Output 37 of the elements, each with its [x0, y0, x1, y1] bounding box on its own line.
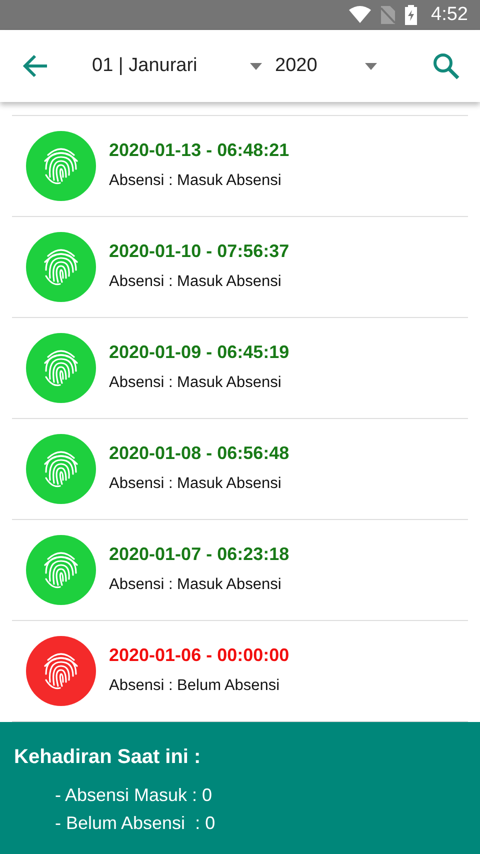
summary-line: - Absensi Masuk : 0: [55, 784, 214, 807]
dropdown-caret-icon: [250, 62, 262, 70]
fingerprint-icon: [26, 636, 96, 706]
fingerprint-icon: [26, 333, 96, 403]
entry-status: Absensi : Masuk Absensi: [109, 273, 282, 291]
entry-status: Absensi : Masuk Absensi: [109, 172, 282, 190]
month-dropdown[interactable]: 01 | Janurari: [92, 55, 262, 77]
battery-charging-icon: [405, 5, 418, 25]
attendance-item[interactable]: 2020-01-09 - 06:45:19 Absensi : Masuk Absensi: [12, 318, 468, 419]
entry-datetime: 2020-01-06 - 00:00:00: [109, 645, 290, 666]
entry-status: Absensi : Masuk Absensi: [109, 576, 282, 594]
entry-datetime: 2020-01-13 - 06:48:21: [109, 140, 290, 161]
attendance-item[interactable]: 2020-01-06 - 00:00:00 Absensi : Belum Absensi: [12, 621, 468, 722]
entry-status: Absensi : Masuk Absensi: [109, 374, 282, 392]
entry-datetime: 2020-01-09 - 06:45:19: [109, 342, 290, 363]
no-sim-icon: [381, 6, 396, 24]
back-arrow-icon[interactable]: [23, 54, 49, 78]
attendance-item[interactable]: 2020-01-07 - 06:23:18 Absensi : Masuk Absensi: [12, 520, 468, 621]
entry-datetime: 2020-01-10 - 07:56:37: [109, 241, 290, 262]
year-dropdown[interactable]: 2020: [275, 55, 377, 77]
attendance-item[interactable]: 2020-01-10 - 07:56:37 Absensi : Masuk Absensi: [12, 217, 468, 318]
fingerprint-icon: [26, 434, 96, 504]
dropdown-caret-icon: [365, 62, 377, 70]
entry-status: Absensi : Belum Absensi: [109, 677, 281, 695]
entry-datetime: 2020-01-07 - 06:23:18: [109, 544, 290, 565]
fingerprint-icon: [26, 232, 96, 302]
fingerprint-icon: [26, 535, 96, 605]
entry-status: Absensi : Masuk Absensi: [109, 475, 282, 493]
attendance-item[interactable]: 2020-01-08 - 06:56:48 Absensi : Masuk Absensi: [12, 419, 468, 520]
search-icon[interactable]: [432, 52, 460, 80]
summary-title: Kehadiran Saat ini :: [14, 746, 202, 769]
wifi-icon: [349, 6, 372, 24]
status-time: 4:52: [431, 4, 468, 26]
summary-line: - Belum Absensi : 0: [55, 812, 216, 835]
fingerprint-icon: [26, 131, 96, 201]
entry-datetime: 2020-01-08 - 06:56:48: [109, 443, 290, 464]
attendance-item[interactable]: 2020-01-13 - 06:48:21 Absensi : Masuk Absensi: [12, 116, 468, 217]
